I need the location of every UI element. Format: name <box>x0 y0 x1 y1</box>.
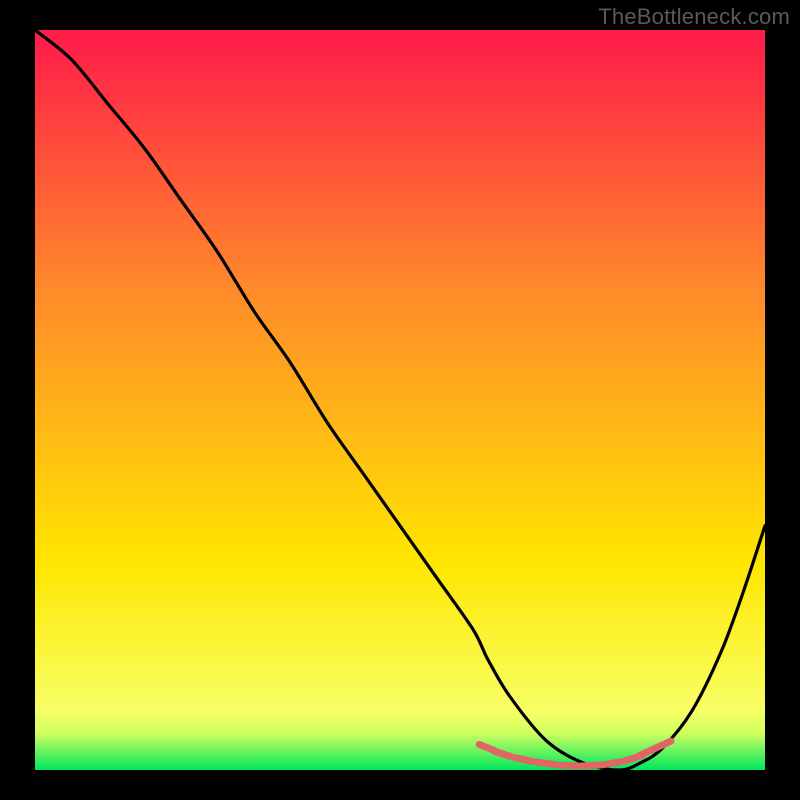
plot-area <box>35 30 765 770</box>
optimal-marker <box>581 765 599 766</box>
watermark-text: TheBottleneck.com <box>598 4 790 30</box>
optimal-marker <box>559 765 577 766</box>
chart-svg <box>35 30 765 770</box>
chart-container: TheBottleneck.com <box>0 0 800 800</box>
optimal-marker <box>603 762 621 765</box>
gradient-background <box>35 30 765 770</box>
optimal-marker <box>515 758 533 762</box>
optimal-marker <box>537 762 555 764</box>
